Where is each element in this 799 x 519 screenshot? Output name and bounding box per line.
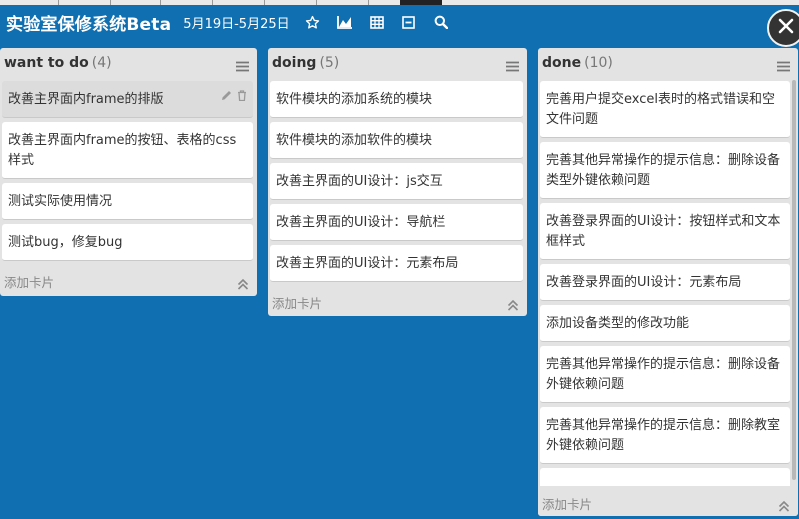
card[interactable]: 完善用户提交excel表时的格式错误和空文件问题 <box>540 81 790 138</box>
card[interactable]: 完善其他异常操作的提示信息：删除设备外键依赖问题 <box>540 346 790 403</box>
collapse-icon[interactable] <box>778 497 790 516</box>
close-icon <box>777 17 795 39</box>
list-title[interactable]: done <box>542 55 581 71</box>
list-doing: doing (5) 软件模块的添加系统的模块 软件模块的添加软件的模块 改善主界… <box>268 48 527 316</box>
card-text: 完善其他异常操作的提示信息：删除设备外键依赖问题 <box>546 357 781 392</box>
card-text: 完善用户提交excel表时的格式错误和空文件问题 <box>546 92 775 127</box>
card[interactable]: 测试bug，修复bug <box>2 224 253 261</box>
card-text: 改善主界面的UI设计：导航栏 <box>276 215 446 230</box>
card-text: 测试实际使用情况 <box>8 194 113 209</box>
list-menu-icon[interactable] <box>236 57 249 76</box>
card[interactable]: 测试实际使用情况 <box>2 183 253 220</box>
list-header: want to do (4) <box>0 48 257 78</box>
card-count: (5) <box>319 55 340 71</box>
list-menu-icon[interactable] <box>506 57 519 76</box>
card-text: 改善主界面内frame的按钮、表格的css样式 <box>8 133 237 168</box>
add-card-button[interactable]: 添加卡片 <box>4 272 54 291</box>
card[interactable]: 软件模块的添加系统的模块 <box>270 81 523 118</box>
card-text: 测试bug，修复bug <box>8 235 123 250</box>
board-header: 实验室保修系统Beta 5月19日-5月25日 <box>0 5 799 39</box>
list-title[interactable]: doing <box>272 55 316 71</box>
collapse-icon[interactable] <box>237 275 249 294</box>
card[interactable]: 完善其他异常操作的提示信息：删除教室外键依赖问题 <box>540 407 790 464</box>
card-text: 改善主界面内frame的排版 <box>8 92 164 107</box>
card[interactable]: 改善登录界面的UI设计：元素布局 <box>540 264 790 301</box>
grid-icon[interactable] <box>368 13 386 31</box>
list-want-to-do: want to do (4) 改善主界面内frame的排版 改善主界面内fram… <box>0 48 257 296</box>
card-text: 改善主界面的UI设计：元素布局 <box>276 256 459 271</box>
card-text: 完善其他异常操作的提示信息：删除教室外键依赖问题 <box>546 418 781 453</box>
card[interactable]: 添加设备类型的修改功能 <box>540 305 790 342</box>
card[interactable]: 改善主界面内frame的按钮、表格的css样式 <box>2 122 253 179</box>
list-header: done (10) <box>538 48 798 78</box>
card[interactable]: 改善主界面的UI设计：js交互 <box>270 163 523 200</box>
card-text: 改善主界面的UI设计：js交互 <box>276 174 443 189</box>
card[interactable]: 改善主界面的UI设计：导航栏 <box>270 204 523 241</box>
card-text: 软件模块的添加软件的模块 <box>276 133 433 148</box>
card[interactable]: 改善主界面内frame的排版 <box>2 81 253 118</box>
search-icon[interactable] <box>432 13 450 31</box>
add-card-button[interactable]: 添加卡片 <box>272 293 322 312</box>
list-header: doing (5) <box>268 48 527 78</box>
add-card-button[interactable]: 添加卡片 <box>542 494 592 513</box>
card-count: (4) <box>91 55 112 71</box>
card-text: 软件模块的添加系统的模块 <box>276 92 433 107</box>
card-text: 改善登录界面的UI设计：按钮样式和文本框样式 <box>546 214 781 249</box>
board-title: 实验室保修系统Beta <box>6 14 172 35</box>
list-title[interactable]: want to do <box>4 55 89 71</box>
card[interactable]: 软件模块的添加软件的模块 <box>270 122 523 159</box>
card-text: 完善其他异常操作的提示信息：删除设备类型外键依赖问题 <box>546 153 781 188</box>
collapse-icon[interactable] <box>507 296 519 315</box>
edit-icon[interactable] <box>221 88 232 108</box>
minus-box-icon[interactable] <box>400 13 418 31</box>
list-menu-icon[interactable] <box>777 57 790 76</box>
delete-icon[interactable] <box>237 88 247 108</box>
card[interactable]: 改善主界面的UI设计：元素布局 <box>270 245 523 282</box>
card[interactable]: 改善登录界面的UI设计：按钮样式和文本框样式 <box>540 203 790 260</box>
card-text: 改善登录界面的UI设计：元素布局 <box>546 275 742 290</box>
star-icon[interactable] <box>304 13 322 31</box>
card[interactable]: 完善其他异常操作的提示信息：删除设备类型外键依赖问题 <box>540 142 790 199</box>
card-text: 添加设备类型的修改功能 <box>546 316 690 331</box>
date-range[interactable]: 5月19日-5月25日 <box>183 13 289 32</box>
scrollbar[interactable] <box>792 80 796 480</box>
close-button[interactable] <box>767 9 799 47</box>
card-count: (10) <box>584 55 613 71</box>
chart-icon[interactable] <box>336 13 354 31</box>
list-done: done (10) 完善用户提交excel表时的格式错误和空文件问题 完善其他异… <box>538 48 798 516</box>
